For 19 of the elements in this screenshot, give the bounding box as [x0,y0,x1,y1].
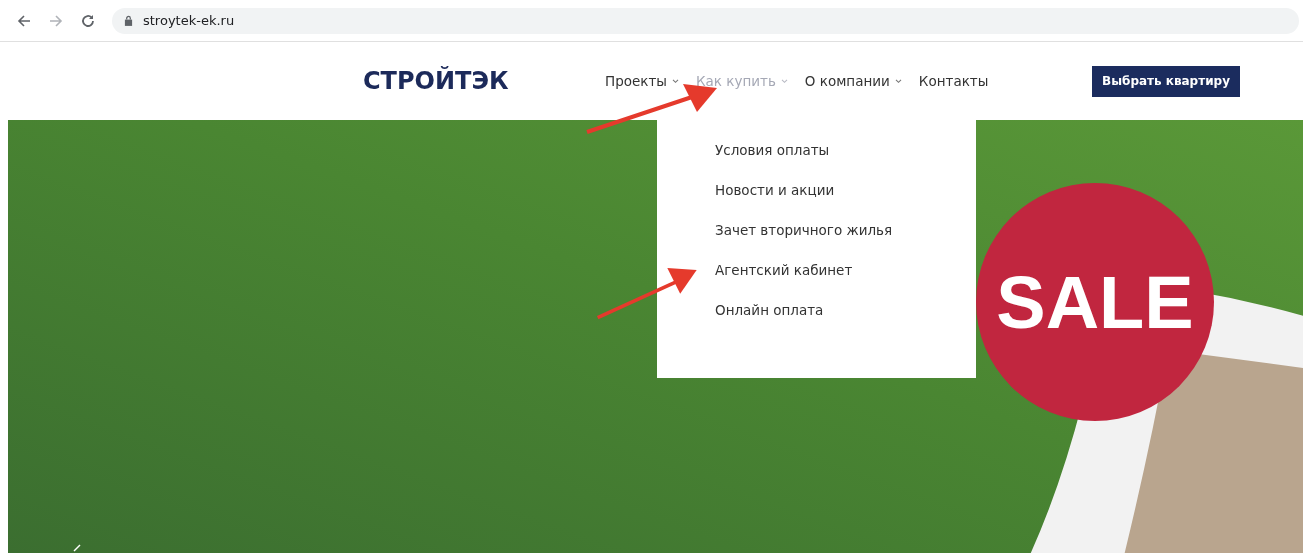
dropdown-item[interactable]: Агентский кабинет [715,260,853,280]
caret-icon [780,78,788,84]
choose-apartment-button[interactable]: Выбрать квартиру [1092,65,1240,97]
dropdown-item[interactable]: Новости и акции [715,180,835,200]
nav-link[interactable]: Проекты [605,73,679,89]
reload-icon[interactable] [80,12,96,29]
dropdown-item[interactable]: Зачет вторичного жилья [715,220,893,240]
lock-icon [124,15,133,26]
dropdown-item[interactable]: Условия оплаты [715,140,830,160]
nav-link[interactable]: О компании [804,73,902,89]
nav-link[interactable]: Контакты [918,73,989,89]
caret-icon [894,78,902,84]
sale-badge: SALE [976,183,1214,421]
logo[interactable]: СТРОЙТЭК [363,67,605,95]
caret-icon [671,78,679,84]
chevron-left-icon[interactable] [72,544,82,552]
dropdown-item[interactable]: Онлайн оплата [715,300,824,320]
address-bar[interactable]: stroytek-ek.ru [112,7,1299,34]
back-arrow-icon[interactable] [16,12,32,29]
